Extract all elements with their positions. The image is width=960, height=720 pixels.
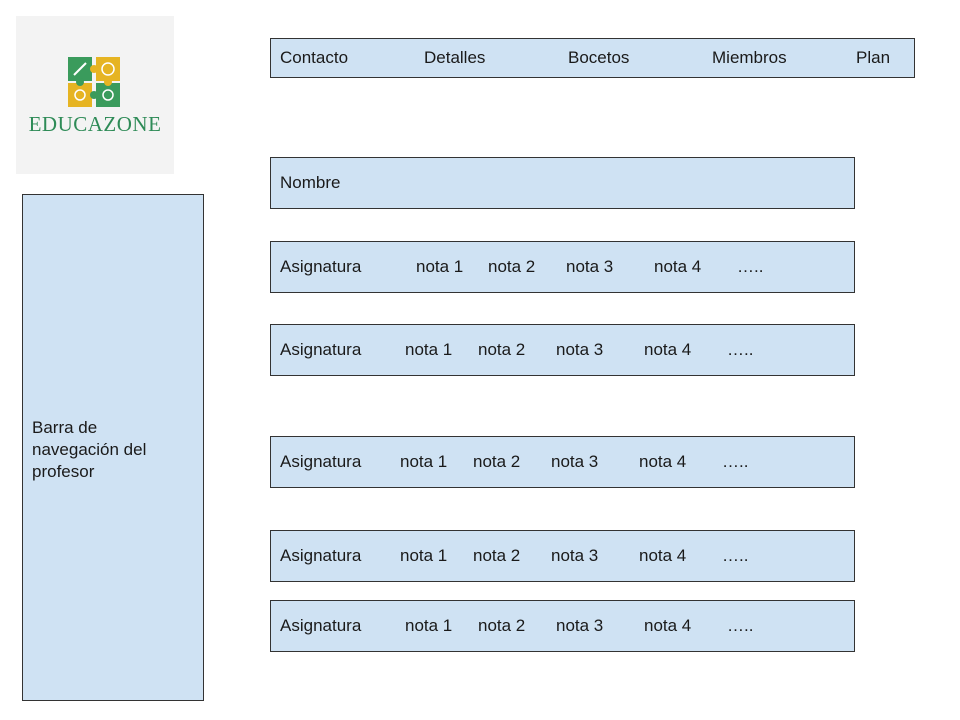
grade-1: nota 1 [405, 616, 453, 635]
teacher-sidebar[interactable]: Barra de navegación del profesor [22, 194, 204, 701]
subject-row[interactable]: Asignatura nota 1 nota 2 nota 3 nota 4 …… [270, 436, 855, 488]
grade-4: nota 4 [639, 452, 687, 471]
grade-2: nota 2 [478, 616, 526, 635]
name-field[interactable]: Nombre [270, 157, 855, 209]
grade-3: nota 3 [566, 257, 614, 276]
grade-1: nota 1 [400, 452, 448, 471]
sidebar-label: Barra de navegación del profesor [32, 418, 147, 481]
more-grades: ….. [727, 616, 754, 635]
more-grades: ….. [727, 340, 754, 359]
grade-2: nota 2 [473, 546, 521, 565]
puzzle-logo-icon [68, 57, 120, 107]
grade-4: nota 4 [644, 340, 692, 359]
more-grades: ….. [737, 257, 764, 276]
grade-4: nota 4 [644, 616, 692, 635]
name-label: Nombre [280, 173, 341, 192]
nav-detalles[interactable]: Detalles [424, 39, 485, 77]
subject-label: Asignatura [280, 616, 362, 635]
grade-4: nota 4 [654, 257, 702, 276]
grade-4: nota 4 [639, 546, 687, 565]
subject-row[interactable]: Asignatura nota 1 nota 2 nota 3 nota 4 …… [270, 324, 855, 376]
grade-3: nota 3 [551, 546, 599, 565]
subject-label: Asignatura [280, 257, 362, 276]
subject-label: Asignatura [280, 452, 362, 471]
top-navigation-bar: Contacto Detalles Bocetos Miembros Plan [270, 38, 915, 78]
educazone-logo[interactable]: EDUCAZONE [16, 16, 174, 174]
grade-2: nota 2 [478, 340, 526, 359]
grade-2: nota 2 [473, 452, 521, 471]
logo-text: EDUCAZONE [28, 112, 162, 136]
more-grades: ….. [722, 452, 749, 471]
subject-row[interactable]: Asignatura nota 1 nota 2 nota 3 nota 4 …… [270, 600, 855, 652]
grade-3: nota 3 [556, 616, 604, 635]
grade-3: nota 3 [556, 340, 604, 359]
nav-miembros[interactable]: Miembros [712, 39, 787, 77]
grade-1: nota 1 [400, 546, 448, 565]
nav-contacto[interactable]: Contacto [280, 39, 348, 77]
subject-label: Asignatura [280, 340, 362, 359]
grade-1: nota 1 [416, 257, 464, 276]
subject-label: Asignatura [280, 546, 362, 565]
grade-2: nota 2 [488, 257, 536, 276]
more-grades: ….. [722, 546, 749, 565]
grade-1: nota 1 [405, 340, 453, 359]
subject-row[interactable]: Asignatura nota 1 nota 2 nota 3 nota 4 …… [270, 530, 855, 582]
grade-3: nota 3 [551, 452, 599, 471]
nav-plan[interactable]: Plan [856, 39, 890, 77]
nav-bocetos[interactable]: Bocetos [568, 39, 629, 77]
subject-row[interactable]: Asignatura nota 1 nota 2 nota 3 nota 4 …… [270, 241, 855, 293]
